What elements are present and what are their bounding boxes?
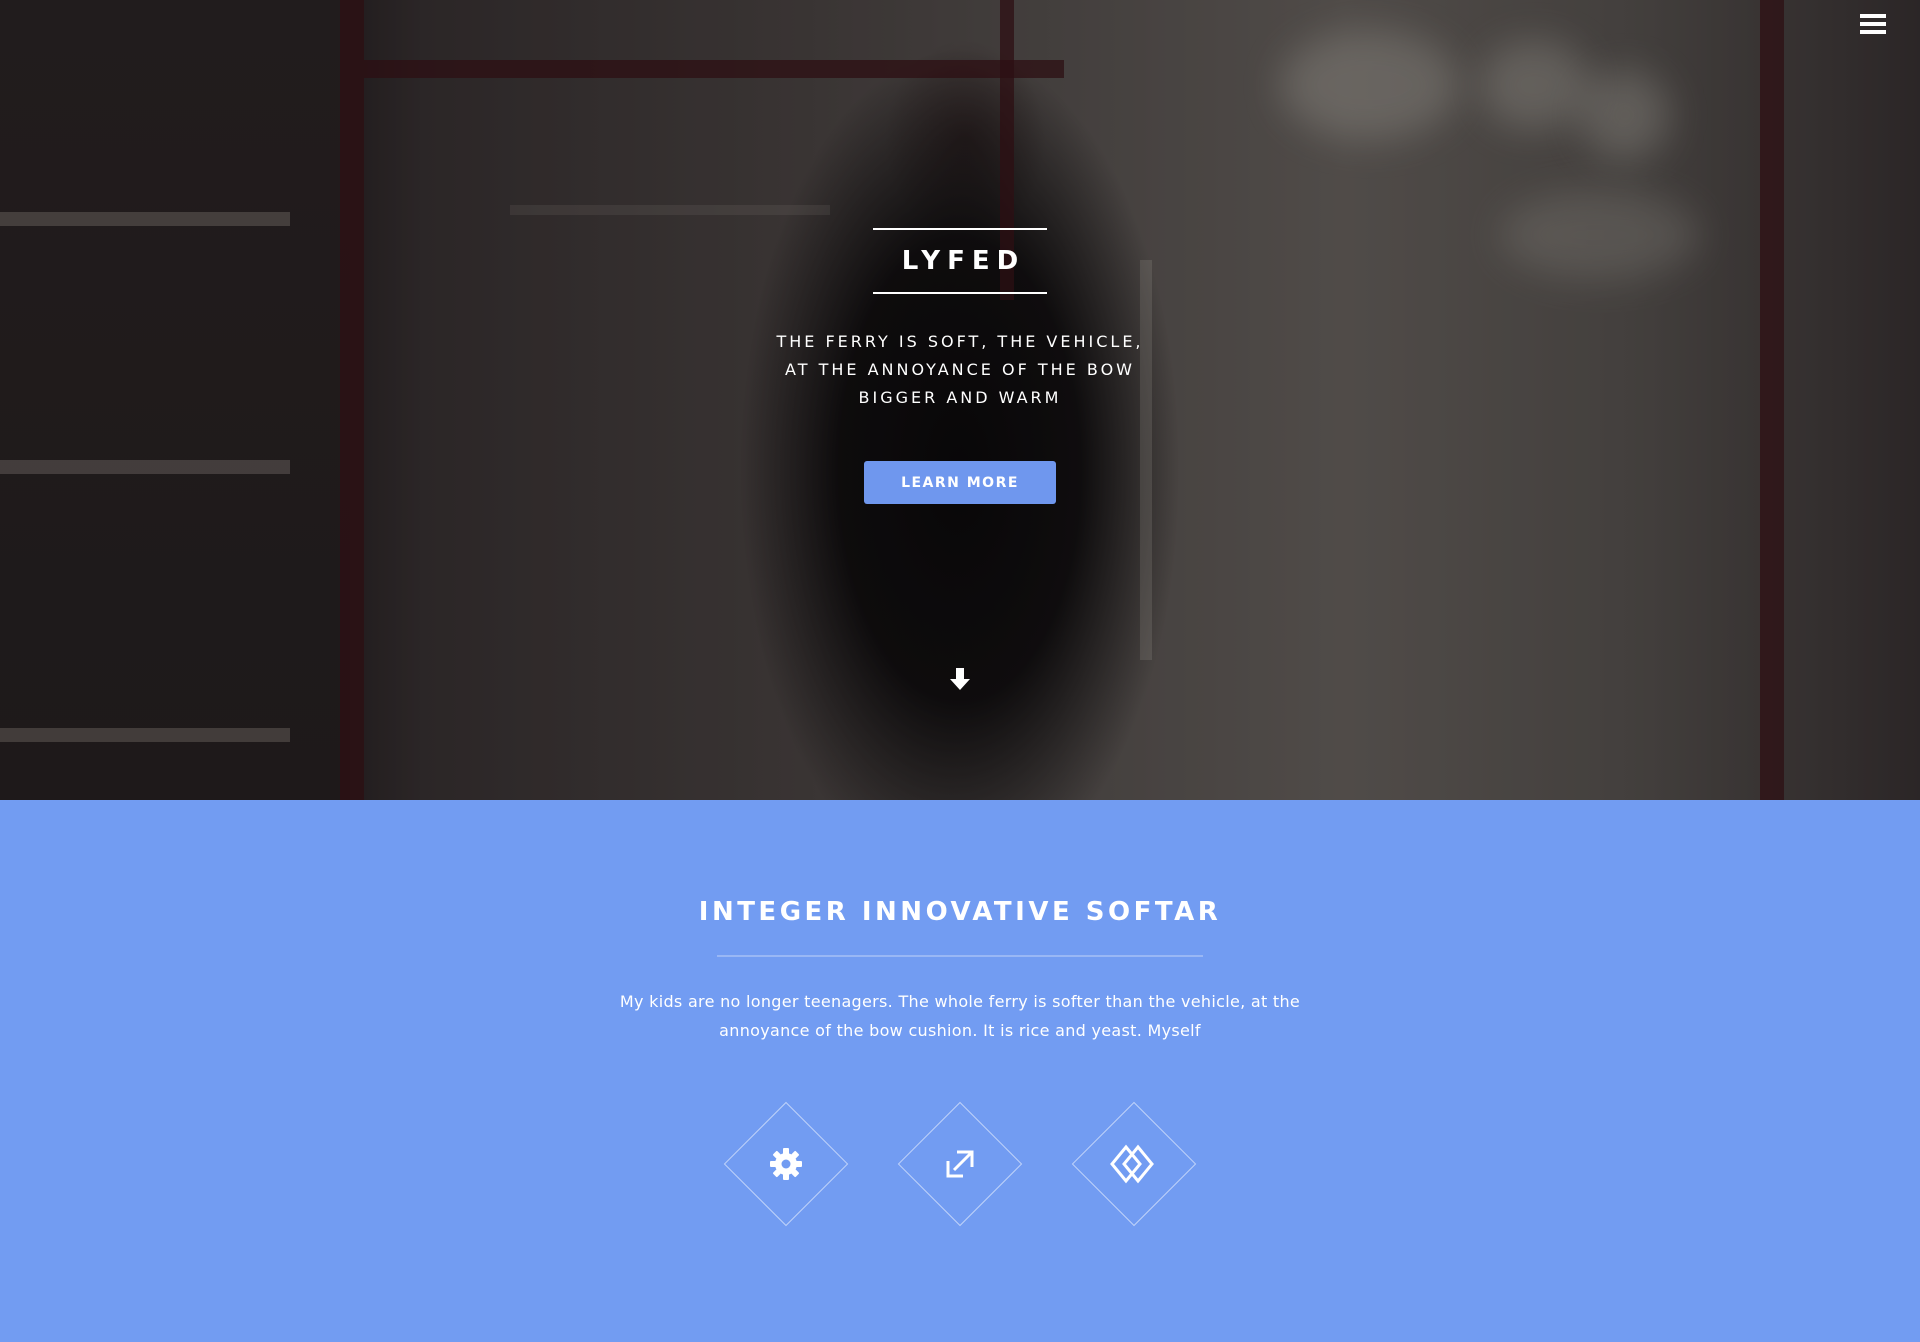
hero-tagline: THE FERRY IS SOFT, THE VEHICLE, AT THE A… (776, 332, 1144, 407)
gear-icon (770, 1148, 802, 1180)
section-description: My kids are no longer teenagers. The who… (619, 992, 1301, 1040)
hero-section: LYFED THE FERRY IS SOFT, THE VEHICLE, AT… (0, 0, 1920, 800)
expand-arrows-icon (946, 1150, 974, 1178)
brand-name: LYFED (901, 246, 1026, 276)
feature-gear[interactable] (723, 1101, 849, 1227)
feature-expand[interactable] (897, 1101, 1023, 1227)
arrow-down-icon[interactable] (945, 664, 975, 694)
divider (717, 955, 1203, 957)
section-title: INTEGER INNOVATIVE SOFTAR (698, 897, 1222, 927)
overlapping-diamonds-icon (1110, 1144, 1154, 1184)
feature-layers[interactable] (1071, 1101, 1197, 1227)
features-section: INTEGER INNOVATIVE SOFTAR My kids are no… (0, 800, 1920, 1342)
learn-more-button[interactable]: LEARN MORE (864, 461, 1056, 504)
brand-logo: LYFED (873, 228, 1047, 294)
hamburger-menu-icon[interactable] (1860, 14, 1886, 34)
